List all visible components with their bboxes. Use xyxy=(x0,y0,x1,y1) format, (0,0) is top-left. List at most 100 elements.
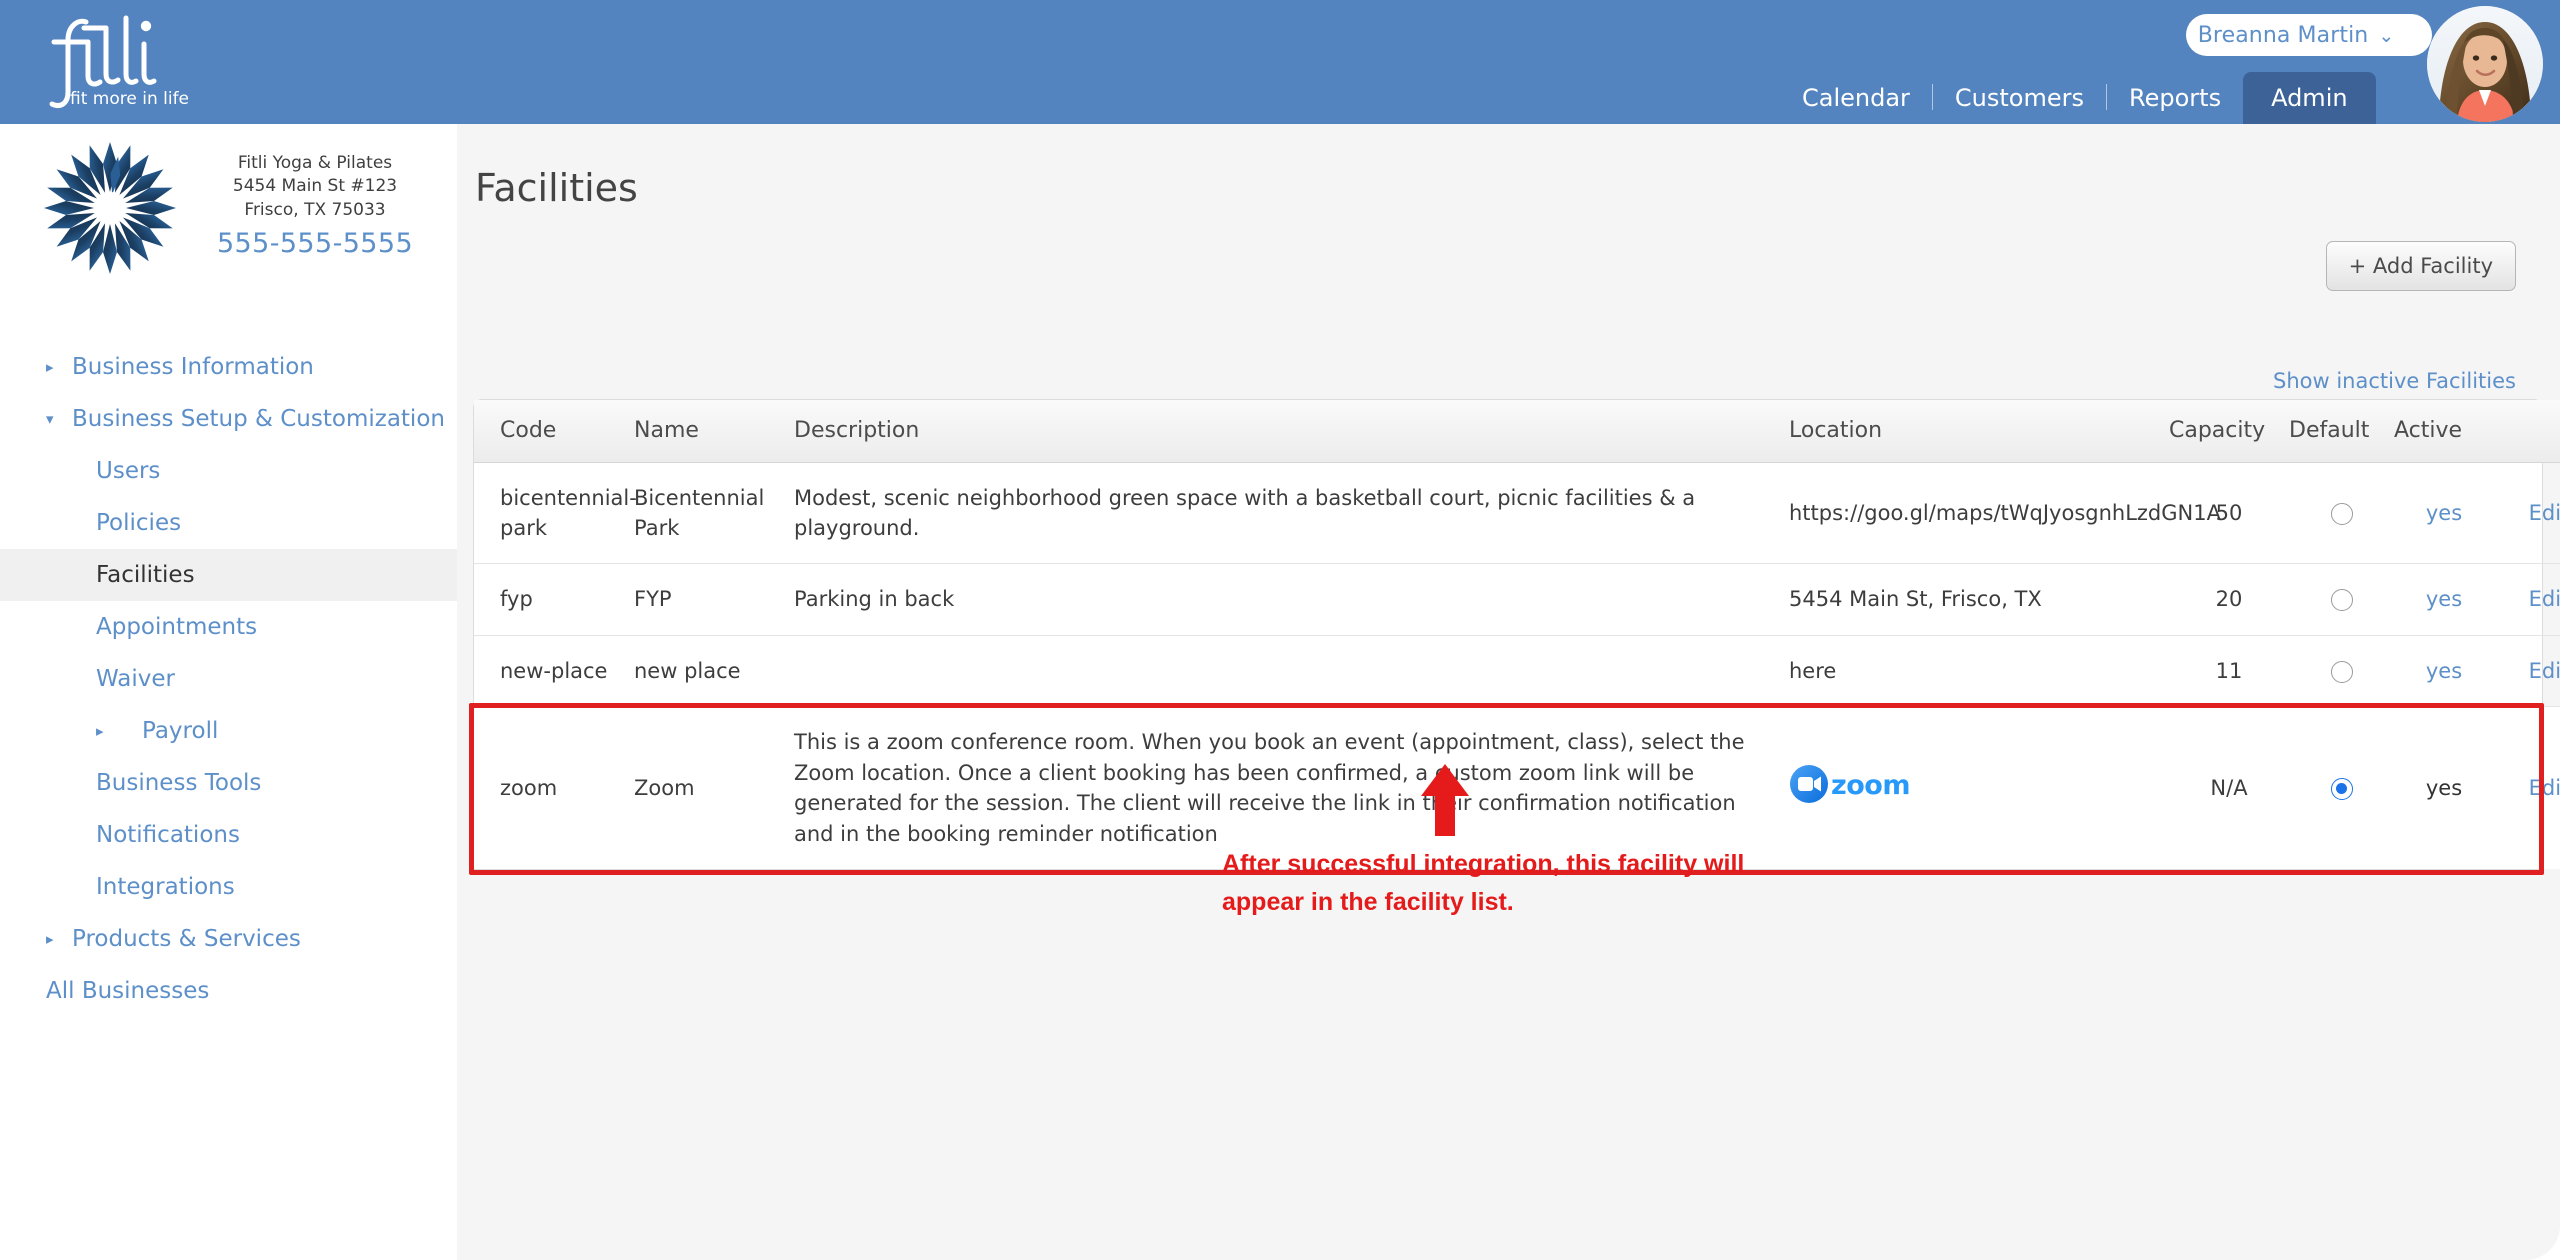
sidebar-item-business-setup-customization[interactable]: ▾ Business Setup & Customization xyxy=(0,393,457,445)
cell-name: Zoom xyxy=(634,706,794,869)
table-row[interactable]: new-place new place here 11 yes Edit xyxy=(474,635,2560,708)
sidebar-item-all-businesses[interactable]: All Businesses xyxy=(0,965,457,1017)
column-header-location[interactable]: Location xyxy=(1789,400,2169,463)
fitli-logo[interactable]: fit more in life xyxy=(26,12,286,117)
cell-default xyxy=(2289,706,2394,869)
column-header-capacity[interactable]: Capacity xyxy=(2169,400,2289,463)
chevron-right-icon: ▸ xyxy=(46,929,54,948)
edit-link[interactable]: Edit xyxy=(2529,659,2560,683)
cell-code: new-place xyxy=(474,635,634,708)
chevron-right-icon: ▸ xyxy=(96,721,104,740)
chevron-right-icon: ▸ xyxy=(46,357,54,376)
active-toggle-link[interactable]: yes xyxy=(2426,501,2462,525)
app-header: fit more in life Breanna Martin ⌄ Calend… xyxy=(0,0,2560,124)
sidebar-item-label: Facilities xyxy=(96,561,195,588)
table-row[interactable]: bicentennial-park Bicentennial Park Mode… xyxy=(474,462,2560,565)
sidebar: Fitli Yoga & Pilates 5454 Main St #123 F… xyxy=(0,124,457,1260)
cell-code: bicentennial-park xyxy=(474,462,637,565)
nav-item-admin[interactable]: Admin xyxy=(2243,72,2376,124)
cell-location: https://goo.gl/maps/tWqJyosgnhLzdGN1A xyxy=(1789,462,2221,565)
chevron-down-icon: ⌄ xyxy=(2378,24,2395,47)
table-body: bicentennial-park Bicentennial Park Mode… xyxy=(474,462,2560,869)
cell-default xyxy=(2289,462,2394,565)
cell-name: FYP xyxy=(634,563,794,636)
active-toggle-link[interactable]: yes xyxy=(2426,587,2462,611)
cell-active: yes xyxy=(2394,563,2494,636)
cell-active: yes xyxy=(2394,635,2494,708)
sidebar-item-policies[interactable]: Policies xyxy=(0,497,457,549)
sidebar-item-integrations[interactable]: Integrations xyxy=(0,861,457,913)
add-facility-button[interactable]: + Add Facility xyxy=(2325,241,2516,291)
table-header: Code Name Description Location Capacity … xyxy=(474,400,2560,463)
sidebar-item-business-tools[interactable]: Business Tools xyxy=(0,757,457,809)
nav-item-reports[interactable]: Reports xyxy=(2107,72,2243,124)
default-radio[interactable] xyxy=(2330,502,2353,525)
user-menu-button[interactable]: Breanna Martin ⌄ xyxy=(2186,14,2432,56)
cell-location: 5454 Main St, Frisco, TX xyxy=(1789,563,2169,636)
business-address-line1: 5454 Main St #123 xyxy=(232,176,398,197)
table-row[interactable]: fyp FYP Parking in back 5454 Main St, Fr… xyxy=(474,563,2560,636)
table-row-highlighted[interactable]: zoom Zoom This is a zoom conference room… xyxy=(474,706,2560,869)
cell-capacity: 20 xyxy=(2169,563,2289,636)
column-header-active[interactable]: Active xyxy=(2394,400,2494,463)
business-address-line2: Frisco, TX 75033 xyxy=(244,199,386,220)
cell-description: Modest, scenic neighborhood green space … xyxy=(794,462,1789,565)
nav-item-customers[interactable]: Customers xyxy=(1933,72,2106,124)
cell-capacity: 11 xyxy=(2169,635,2289,708)
sidebar-item-label: Business Information xyxy=(72,353,314,380)
cell-edit: Edit xyxy=(2494,563,2560,636)
sidebar-item-label: Integrations xyxy=(96,873,235,900)
sidebar-item-notifications[interactable]: Notifications xyxy=(0,809,457,861)
business-name: Fitli Yoga & Pilates xyxy=(237,153,393,173)
column-header-description[interactable]: Description xyxy=(794,400,1789,463)
cell-edit: Edit xyxy=(2494,635,2560,708)
show-inactive-facilities-link[interactable]: Show inactive Facilities xyxy=(2273,369,2516,393)
cell-edit: Edit xyxy=(2494,706,2560,869)
cell-description: Parking in back xyxy=(794,563,1789,636)
cell-active: yes xyxy=(2394,706,2494,869)
facilities-table: Code Name Description Location Capacity … xyxy=(474,400,2560,869)
sidebar-item-business-information[interactable]: ▸ Business Information xyxy=(0,341,457,393)
default-radio[interactable] xyxy=(2330,589,2353,612)
browser-window: fit more in life Breanna Martin ⌄ Calend… xyxy=(0,0,2560,1260)
edit-link[interactable]: Edit xyxy=(2529,776,2560,800)
default-radio-selected[interactable] xyxy=(2330,777,2353,800)
default-radio[interactable] xyxy=(2330,660,2353,683)
active-value: yes xyxy=(2425,775,2463,800)
sidebar-item-products-services[interactable]: ▸ Products & Services xyxy=(0,913,457,965)
column-header-default[interactable]: Default xyxy=(2289,400,2394,463)
annotation-arrow xyxy=(1417,764,1473,840)
user-name-label: Breanna Martin xyxy=(2197,22,2369,48)
cell-default xyxy=(2289,563,2394,636)
sidebar-item-label: Notifications xyxy=(96,821,240,848)
column-header-actions xyxy=(2494,400,2560,463)
edit-link[interactable]: Edit xyxy=(2529,587,2560,611)
sidebar-item-appointments[interactable]: Appointments xyxy=(0,601,457,653)
sidebar-item-label: Waiver xyxy=(96,665,175,692)
chevron-down-icon: ▾ xyxy=(46,409,54,428)
sidebar-item-payroll[interactable]: ▸ Payroll xyxy=(0,705,457,757)
nav-item-calendar[interactable]: Calendar xyxy=(1780,72,1932,124)
cell-name: Bicentennial Park xyxy=(634,462,794,565)
active-toggle-link[interactable]: yes xyxy=(2426,659,2462,683)
sidebar-item-waiver[interactable]: Waiver xyxy=(0,653,457,705)
column-header-code[interactable]: Code xyxy=(474,400,634,463)
sidebar-item-facilities[interactable]: Facilities xyxy=(0,549,457,601)
business-logo-icon xyxy=(42,140,178,276)
cell-code: zoom xyxy=(474,706,634,869)
sidebar-item-users[interactable]: Users xyxy=(0,445,457,497)
edit-link[interactable]: Edit xyxy=(2529,501,2560,525)
cell-location: zoom xyxy=(1789,706,2169,869)
cell-description xyxy=(794,635,1789,708)
sidebar-item-label: Appointments xyxy=(96,613,258,640)
sidebar-item-label: Business Tools xyxy=(96,769,262,796)
avatar[interactable] xyxy=(2427,6,2543,122)
svg-text:fit more in life: fit more in life xyxy=(70,89,189,109)
sidebar-item-label: Products & Services xyxy=(72,925,301,952)
business-phone: 555-555-5555 xyxy=(216,228,414,260)
cell-description: This is a zoom conference room. When you… xyxy=(794,706,1789,869)
business-summary: Fitli Yoga & Pilates 5454 Main St #123 F… xyxy=(0,124,457,289)
sidebar-item-label: Business Setup & Customization xyxy=(72,405,445,432)
cell-default xyxy=(2289,635,2394,708)
column-header-name[interactable]: Name xyxy=(634,400,794,463)
